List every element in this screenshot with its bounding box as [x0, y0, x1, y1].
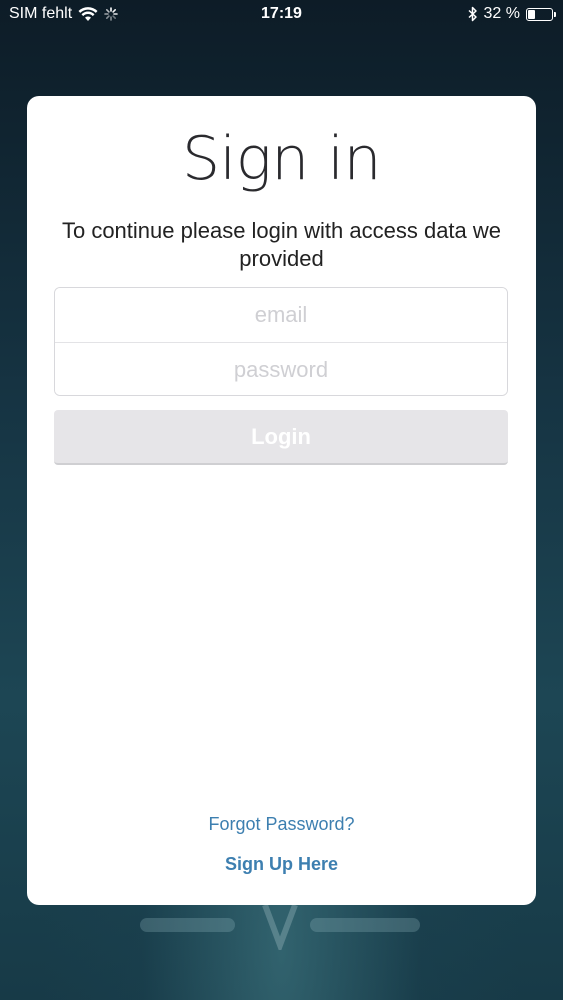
- battery-fill: [528, 9, 536, 19]
- bluetooth-icon: [468, 6, 477, 22]
- login-button[interactable]: Login: [54, 410, 508, 465]
- credentials-field-group: [54, 287, 508, 396]
- password-field[interactable]: [55, 342, 507, 395]
- battery-percent: 32 %: [483, 5, 520, 22]
- forgot-password-link[interactable]: Forgot Password?: [27, 814, 536, 835]
- page-title: Sign in: [181, 124, 382, 194]
- background-logo-icon: [140, 903, 420, 950]
- battery-icon: [526, 7, 556, 21]
- email-field[interactable]: [55, 288, 507, 342]
- signin-card: Sign in To continue please login with ac…: [27, 96, 536, 905]
- status-right: 32 %: [468, 5, 556, 23]
- status-bar: SIM fehlt 17:19 32 %: [0, 0, 563, 30]
- signin-subtitle: To continue please login with access dat…: [61, 218, 502, 271]
- sign-up-link[interactable]: Sign Up Here: [27, 854, 536, 875]
- app-screen: SIM fehlt 17:19 32 % Sign in To continue…: [0, 0, 563, 1000]
